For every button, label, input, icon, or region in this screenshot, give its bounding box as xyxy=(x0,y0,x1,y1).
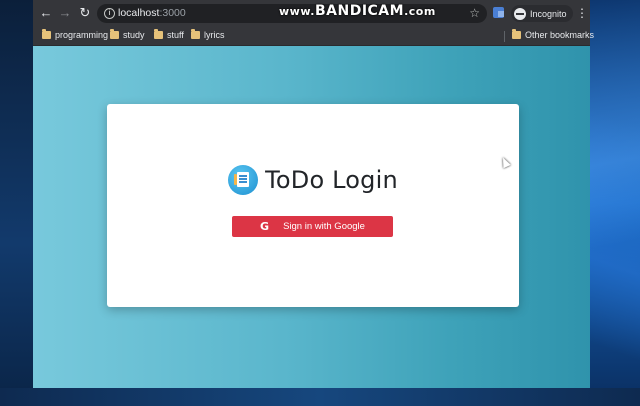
arrow-left-icon[interactable]: ← xyxy=(38,5,54,21)
folder-icon xyxy=(42,29,51,39)
reload-icon[interactable]: ↻ xyxy=(77,5,93,21)
desktop-wallpaper-right xyxy=(590,0,640,406)
bookmark-label: Other bookmarks xyxy=(525,30,595,40)
bookmark-study[interactable]: study xyxy=(110,29,145,40)
kebab-menu-icon[interactable]: ⋮ xyxy=(576,5,588,21)
page-viewport: ToDo Login G Sign in with Google xyxy=(33,46,590,388)
folder-icon xyxy=(512,29,521,39)
star-icon[interactable]: ☆ xyxy=(469,6,480,20)
info-icon[interactable]: i xyxy=(104,8,115,19)
url-port: :3000 xyxy=(159,7,186,19)
bookmark-label: study xyxy=(123,30,145,40)
folder-icon xyxy=(110,29,119,39)
folder-icon xyxy=(154,29,163,39)
bookmark-label: stuff xyxy=(167,30,184,40)
bookmark-other[interactable]: Other bookmarks xyxy=(512,29,595,40)
bookmark-programming[interactable]: programming xyxy=(42,29,109,40)
bookmark-label: lyrics xyxy=(204,30,225,40)
login-brand: ToDo Login xyxy=(107,164,519,196)
bookmark-label: programming xyxy=(55,30,109,40)
bookmarks-separator xyxy=(504,31,505,42)
url-host: localhost xyxy=(118,7,160,19)
bookmarks-bar: programming study stuff lyrics Other boo… xyxy=(33,27,594,46)
incognito-profile-button[interactable]: Incognito xyxy=(511,5,573,22)
recording-watermark: www.BANDICAM.com xyxy=(279,3,436,19)
desktop-bottom-strip xyxy=(0,388,640,406)
folder-icon xyxy=(191,29,200,39)
url-text[interactable]: localhost:3000 xyxy=(118,7,186,19)
desktop-wallpaper-left xyxy=(0,0,33,406)
login-card: ToDo Login G Sign in with Google xyxy=(107,104,519,307)
todo-notepad-icon xyxy=(228,165,259,195)
browser-window: ← → ↻ i localhost:3000 ☆ Incognito ⋮ pro… xyxy=(33,0,594,388)
google-sign-in-button[interactable]: G Sign in with Google xyxy=(232,216,393,237)
google-sign-in-label: Sign in with Google xyxy=(283,221,365,232)
translate-extension-icon[interactable] xyxy=(493,7,504,18)
page-title: ToDo Login xyxy=(265,166,398,194)
incognito-label: Incognito xyxy=(530,8,567,19)
bookmark-stuff[interactable]: stuff xyxy=(154,29,184,40)
arrow-right-icon[interactable]: → xyxy=(57,5,73,21)
incognito-icon xyxy=(514,7,526,20)
bookmark-lyrics[interactable]: lyrics xyxy=(191,29,225,40)
google-icon: G xyxy=(260,220,270,233)
